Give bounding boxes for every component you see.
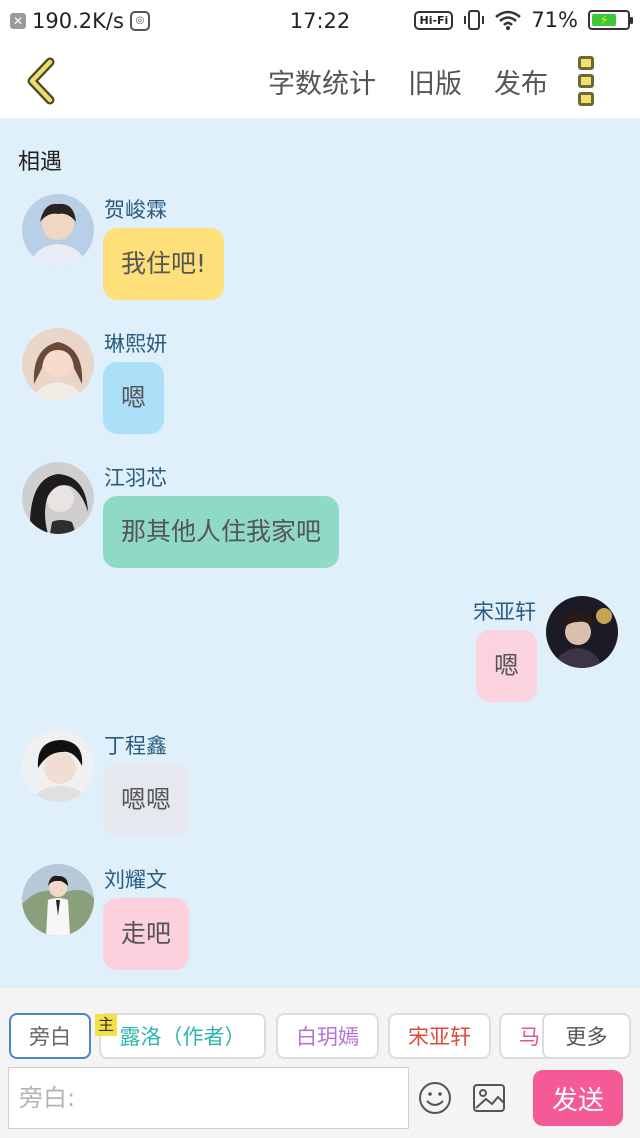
avatar[interactable]	[22, 864, 94, 936]
sender-name: 江羽芯	[104, 466, 167, 490]
word-count-button[interactable]: 字数统计	[268, 62, 376, 101]
sender-name: 琳熙妍	[104, 332, 167, 356]
sender-name: 刘耀文	[104, 868, 167, 892]
more-roles-button[interactable]: 更多	[542, 1013, 631, 1059]
message-bubble[interactable]: 那其他人住我家吧	[103, 496, 340, 568]
wifi-icon	[495, 10, 522, 30]
sender-name: 丁程鑫	[104, 734, 167, 758]
chapter-title: 相遇	[18, 150, 63, 175]
message-bubble[interactable]: 我住吧!	[103, 228, 225, 300]
message-bubble[interactable]: 嗯	[103, 362, 165, 434]
input-row: 发送	[0, 1067, 640, 1129]
publish-button[interactable]: 发布	[494, 62, 548, 101]
status-right: Hi-Fi 71% ⚡	[414, 8, 633, 32]
message-bubble[interactable]: 走吧	[103, 898, 190, 970]
role-chip[interactable]: 宋亚轩	[388, 1013, 491, 1059]
battery-icon: ⚡	[588, 10, 633, 30]
vibrate-icon	[464, 10, 485, 30]
composer-panel: 旁白 露洛（作者） 白玥嫣 宋亚轩 马 更多 主 发送	[0, 988, 640, 1138]
status-bar: ✕ 190.2K/s ◎ 17:22 Hi-Fi 71% ⚡	[0, 0, 640, 44]
nav-actions: 字数统计 旧版 发布	[268, 62, 548, 101]
message-bubble[interactable]: 嗯嗯	[103, 764, 190, 836]
role-chip[interactable]: 白玥嫣	[276, 1013, 379, 1059]
avatar[interactable]	[22, 730, 94, 802]
role-chip-author[interactable]: 露洛（作者）	[99, 1013, 266, 1059]
more-vertical-icon[interactable]	[578, 56, 598, 106]
avatar[interactable]	[22, 462, 94, 534]
avatar[interactable]	[22, 194, 94, 266]
hifi-badge: Hi-Fi	[414, 10, 454, 30]
avatar[interactable]	[546, 596, 618, 668]
role-chip-narrator[interactable]: 旁白	[9, 1013, 91, 1059]
chat-area[interactable]: 相遇 贺峻霖 我住吧! 琳熙妍 嗯 江羽芯 那其他人住我家吧 宋亚轩 嗯 丁程鑫…	[0, 118, 640, 988]
sender-name: 贺峻霖	[104, 198, 167, 222]
battery-percent: 71%	[531, 8, 578, 32]
message-input[interactable]	[8, 1067, 409, 1129]
host-badge: 主	[95, 1014, 117, 1036]
top-nav: 字数统计 旧版 发布	[0, 44, 640, 118]
message-bubble[interactable]: 嗯	[475, 630, 537, 702]
send-button[interactable]: 发送	[533, 1070, 623, 1126]
image-icon[interactable]	[472, 1083, 506, 1113]
sender-name: 宋亚轩	[473, 600, 536, 624]
chevron-left-icon[interactable]	[18, 56, 68, 106]
avatar[interactable]	[22, 328, 94, 400]
smiley-icon[interactable]	[418, 1081, 452, 1115]
old-version-button[interactable]: 旧版	[408, 62, 462, 101]
